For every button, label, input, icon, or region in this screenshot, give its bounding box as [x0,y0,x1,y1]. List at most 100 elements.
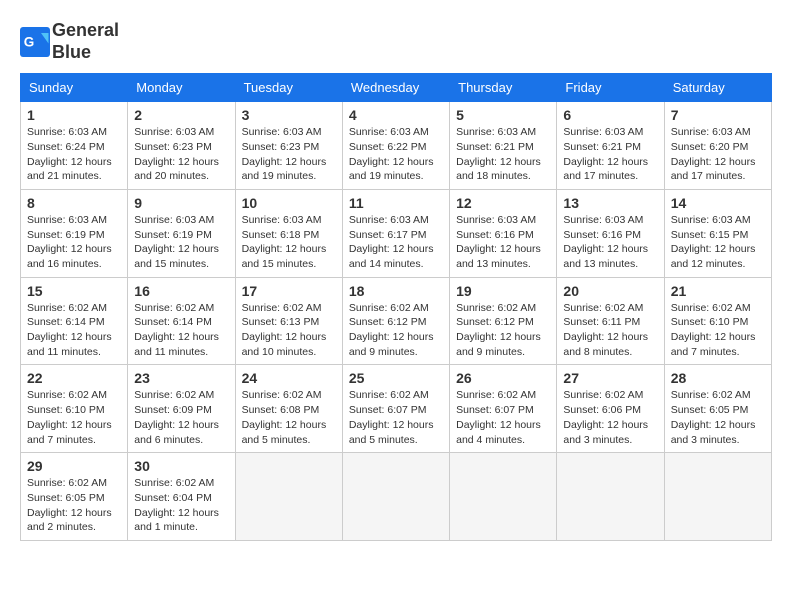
calendar-week-row: 22Sunrise: 6:02 AMSunset: 6:10 PMDayligh… [21,365,772,453]
calendar-cell: 10 Sunrise: 6:03 AMSunset: 6:18 PMDayligh… [235,189,342,277]
calendar-cell: 21Sunrise: 6:02 AMSunset: 6:10 PMDayligh… [664,277,771,365]
calendar-header-wednesday: Wednesday [342,74,449,102]
day-info: Sunrise: 6:02 AMSunset: 6:06 PMDaylight:… [563,388,657,447]
calendar-cell: 11Sunrise: 6:03 AMSunset: 6:17 PMDayligh… [342,189,449,277]
day-number: 1 [27,107,121,123]
day-number: 2 [134,107,228,123]
calendar-cell: 30Sunrise: 6:02 AMSunset: 6:04 PMDayligh… [128,453,235,541]
calendar-cell [342,453,449,541]
calendar-cell: 14 Sunrise: 6:03 AMSunset: 6:15 PMDayligh… [664,189,771,277]
day-number: 3 [242,107,336,123]
calendar-cell: 8 Sunrise: 6:03 AMSunset: 6:19 PMDaylight… [21,189,128,277]
day-number: 17 [242,283,336,299]
day-info: Sunrise: 6:02 AMSunset: 6:13 PMDaylight:… [242,301,336,360]
calendar-cell: 24 Sunrise: 6:02 AMSunset: 6:08 PMDayligh… [235,365,342,453]
calendar-cell: 28 Sunrise: 6:02 AMSunset: 6:05 PMDayligh… [664,365,771,453]
day-number: 7 [671,107,765,123]
day-info: Sunrise: 6:02 AMSunset: 6:07 PMDaylight:… [349,388,443,447]
day-info: Sunrise: 6:03 AMSunset: 6:24 PMDaylight:… [27,125,121,184]
day-info: Sunrise: 6:02 AMSunset: 6:14 PMDaylight:… [27,301,121,360]
calendar-cell: 18 Sunrise: 6:02 AMSunset: 6:12 PMDayligh… [342,277,449,365]
day-number: 19 [456,283,550,299]
day-number: 14 [671,195,765,211]
calendar-cell: 26Sunrise: 6:02 AMSunset: 6:07 PMDayligh… [450,365,557,453]
day-info: Sunrise: 6:02 AMSunset: 6:10 PMDaylight:… [27,388,121,447]
calendar-cell: 25 Sunrise: 6:02 AMSunset: 6:07 PMDayligh… [342,365,449,453]
logo: G General Blue [20,20,119,63]
day-info: Sunrise: 6:02 AMSunset: 6:12 PMDaylight:… [456,301,550,360]
calendar-cell [450,453,557,541]
calendar-cell: 12 Sunrise: 6:03 AMSunset: 6:16 PMDayligh… [450,189,557,277]
calendar-header-thursday: Thursday [450,74,557,102]
calendar-body: 1 Sunrise: 6:03 AMSunset: 6:24 PMDaylight… [21,102,772,541]
day-info: Sunrise: 6:03 AMSunset: 6:18 PMDaylight:… [242,213,336,272]
day-number: 5 [456,107,550,123]
day-info: Sunrise: 6:02 AMSunset: 6:11 PMDaylight:… [563,301,657,360]
calendar-week-row: 15 Sunrise: 6:02 AMSunset: 6:14 PMDayligh… [21,277,772,365]
day-info: Sunrise: 6:03 AMSunset: 6:23 PMDaylight:… [242,125,336,184]
calendar-cell [557,453,664,541]
logo-icon: G [20,27,50,57]
day-number: 8 [27,195,121,211]
calendar-header-row: SundayMondayTuesdayWednesdayThursdayFrid… [21,74,772,102]
calendar-cell: 17 Sunrise: 6:02 AMSunset: 6:13 PMDayligh… [235,277,342,365]
calendar-header-sunday: Sunday [21,74,128,102]
day-number: 15 [27,283,121,299]
calendar-cell: 9 Sunrise: 6:03 AMSunset: 6:19 PMDaylight… [128,189,235,277]
day-number: 12 [456,195,550,211]
calendar-table: SundayMondayTuesdayWednesdayThursdayFrid… [20,73,772,541]
day-info: Sunrise: 6:03 AMSunset: 6:16 PMDaylight:… [563,213,657,272]
day-number: 20 [563,283,657,299]
day-number: 25 [349,370,443,386]
calendar-cell: 23 Sunrise: 6:02 AMSunset: 6:09 PMDayligh… [128,365,235,453]
day-number: 10 [242,195,336,211]
day-info: Sunrise: 6:03 AMSunset: 6:19 PMDaylight:… [134,213,228,272]
calendar-week-row: 29 Sunrise: 6:02 AMSunset: 6:05 PMDayligh… [21,453,772,541]
day-info: Sunrise: 6:03 AMSunset: 6:23 PMDaylight:… [134,125,228,184]
day-info: Sunrise: 6:03 AMSunset: 6:17 PMDaylight:… [349,213,443,272]
day-number: 4 [349,107,443,123]
day-number: 26 [456,370,550,386]
day-info: Sunrise: 6:02 AMSunset: 6:05 PMDaylight:… [671,388,765,447]
calendar-cell: 4 Sunrise: 6:03 AMSunset: 6:22 PMDaylight… [342,102,449,190]
calendar-header-saturday: Saturday [664,74,771,102]
day-number: 23 [134,370,228,386]
svg-text:G: G [24,34,35,49]
day-info: Sunrise: 6:03 AMSunset: 6:16 PMDaylight:… [456,213,550,272]
day-number: 27 [563,370,657,386]
day-info: Sunrise: 6:02 AMSunset: 6:08 PMDaylight:… [242,388,336,447]
day-number: 30 [134,458,228,474]
logo-text: General Blue [52,20,119,63]
calendar-cell [664,453,771,541]
day-info: Sunrise: 6:02 AMSunset: 6:05 PMDaylight:… [27,476,121,535]
day-info: Sunrise: 6:02 AMSunset: 6:10 PMDaylight:… [671,301,765,360]
day-info: Sunrise: 6:03 AMSunset: 6:19 PMDaylight:… [27,213,121,272]
calendar-cell: 2 Sunrise: 6:03 AMSunset: 6:23 PMDaylight… [128,102,235,190]
calendar-cell [235,453,342,541]
day-number: 9 [134,195,228,211]
calendar-cell: 1 Sunrise: 6:03 AMSunset: 6:24 PMDaylight… [21,102,128,190]
day-number: 24 [242,370,336,386]
calendar-cell: 19 Sunrise: 6:02 AMSunset: 6:12 PMDayligh… [450,277,557,365]
calendar-cell: 3 Sunrise: 6:03 AMSunset: 6:23 PMDaylight… [235,102,342,190]
calendar-week-row: 8 Sunrise: 6:03 AMSunset: 6:19 PMDaylight… [21,189,772,277]
calendar-header-friday: Friday [557,74,664,102]
calendar-cell: 13 Sunrise: 6:03 AMSunset: 6:16 PMDayligh… [557,189,664,277]
day-info: Sunrise: 6:02 AMSunset: 6:14 PMDaylight:… [134,301,228,360]
calendar-cell: 20 Sunrise: 6:02 AMSunset: 6:11 PMDayligh… [557,277,664,365]
day-info: Sunrise: 6:03 AMSunset: 6:21 PMDaylight:… [456,125,550,184]
calendar-week-row: 1 Sunrise: 6:03 AMSunset: 6:24 PMDaylight… [21,102,772,190]
day-info: Sunrise: 6:02 AMSunset: 6:12 PMDaylight:… [349,301,443,360]
calendar-header-tuesday: Tuesday [235,74,342,102]
day-number: 18 [349,283,443,299]
day-number: 29 [27,458,121,474]
day-info: Sunrise: 6:03 AMSunset: 6:15 PMDaylight:… [671,213,765,272]
day-info: Sunrise: 6:03 AMSunset: 6:20 PMDaylight:… [671,125,765,184]
calendar-cell: 16Sunrise: 6:02 AMSunset: 6:14 PMDayligh… [128,277,235,365]
day-number: 13 [563,195,657,211]
calendar-cell: 27 Sunrise: 6:02 AMSunset: 6:06 PMDayligh… [557,365,664,453]
day-info: Sunrise: 6:02 AMSunset: 6:09 PMDaylight:… [134,388,228,447]
calendar-cell: 7 Sunrise: 6:03 AMSunset: 6:20 PMDaylight… [664,102,771,190]
day-number: 28 [671,370,765,386]
day-info: Sunrise: 6:03 AMSunset: 6:22 PMDaylight:… [349,125,443,184]
